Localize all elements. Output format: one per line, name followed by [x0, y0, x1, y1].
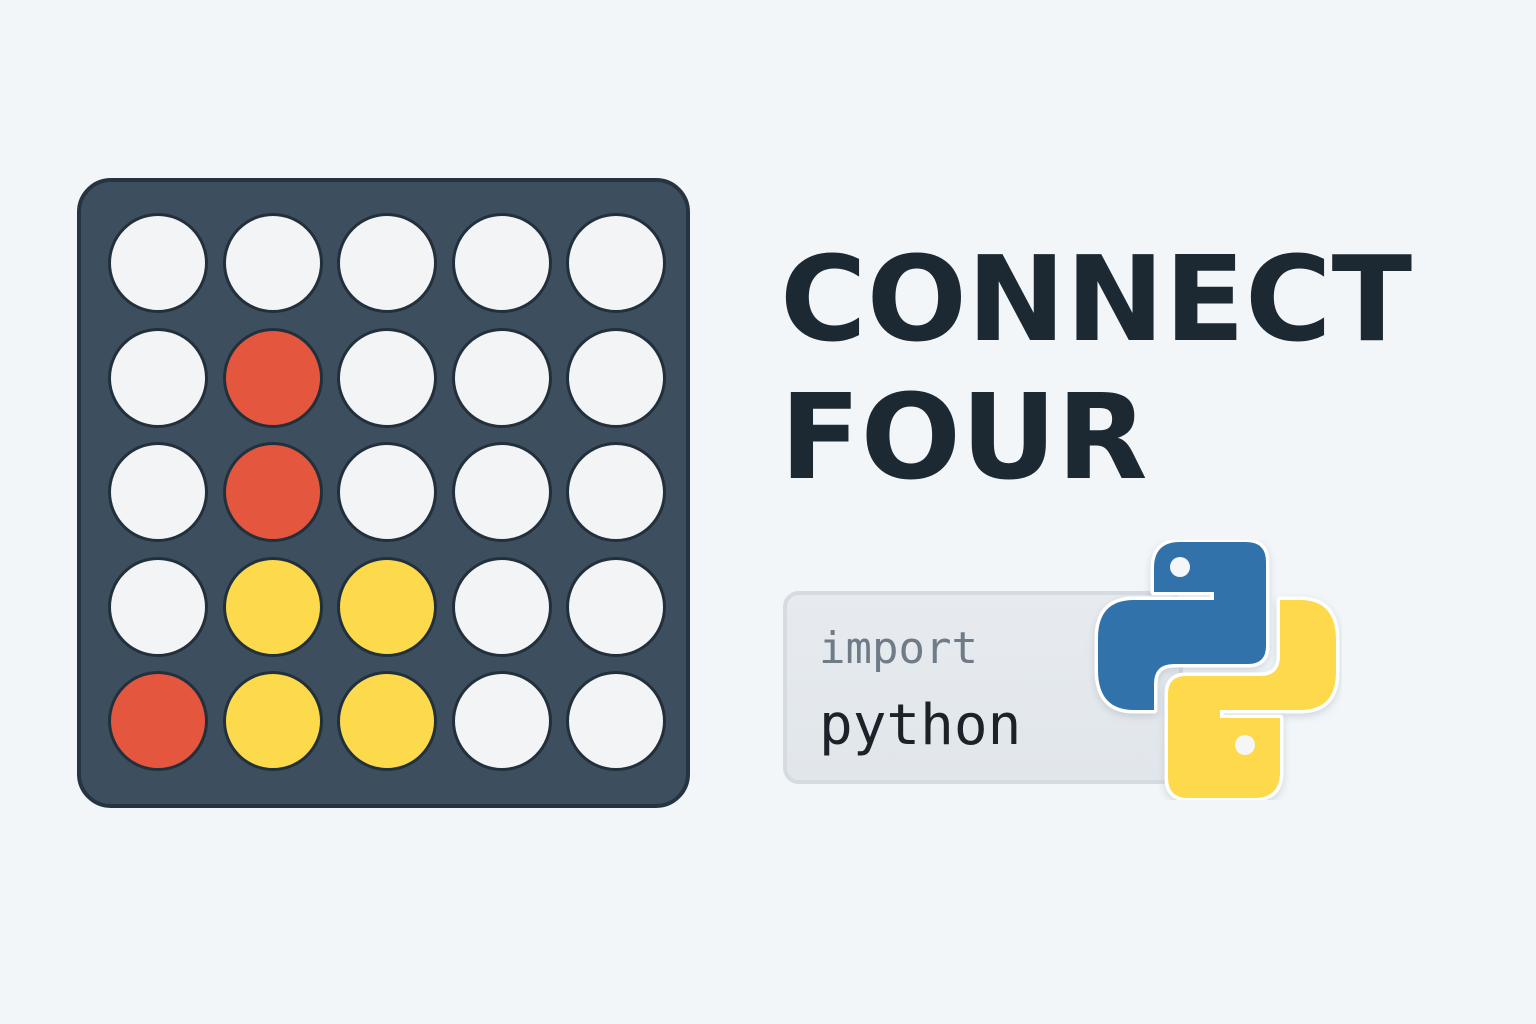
- title-line-connect: CONNECT: [780, 230, 1413, 368]
- board-slot-empty[interactable]: [566, 442, 666, 542]
- python-logo-blue-eye: [1170, 557, 1190, 577]
- python-logo-icon: [1094, 540, 1340, 800]
- board-piece-red[interactable]: [108, 671, 208, 771]
- board-slot-empty[interactable]: [566, 213, 666, 313]
- board-slot-empty[interactable]: [451, 442, 552, 542]
- board-slot-empty[interactable]: [451, 556, 552, 657]
- board-piece-yellow[interactable]: [222, 671, 323, 771]
- board-piece-yellow[interactable]: [222, 556, 323, 657]
- code-keyword: import: [819, 623, 978, 674]
- board-slot-empty[interactable]: [222, 213, 323, 313]
- code-module-name: python: [819, 693, 1022, 758]
- board-slot-empty[interactable]: [337, 327, 437, 428]
- game-board[interactable]: [77, 178, 690, 808]
- board-slot-empty[interactable]: [108, 213, 208, 313]
- board-slot-empty[interactable]: [108, 442, 208, 542]
- board-piece-red[interactable]: [222, 327, 323, 428]
- board-slot-empty[interactable]: [337, 213, 437, 313]
- board-slot-empty[interactable]: [566, 671, 666, 771]
- title-line-four: FOUR: [780, 368, 1148, 506]
- board-slot-empty[interactable]: [337, 442, 437, 542]
- board-slot-empty[interactable]: [108, 327, 208, 428]
- board-slot-empty[interactable]: [566, 556, 666, 657]
- board-slot-empty[interactable]: [451, 671, 552, 771]
- board-slot-empty[interactable]: [566, 327, 666, 428]
- board-slot-empty[interactable]: [451, 327, 552, 428]
- board-piece-yellow[interactable]: [337, 556, 437, 657]
- board-slot-empty[interactable]: [451, 213, 552, 313]
- board-piece-red[interactable]: [222, 442, 323, 542]
- board-slot-empty[interactable]: [108, 556, 208, 657]
- board-piece-yellow[interactable]: [337, 671, 437, 771]
- python-logo-yellow-eye: [1235, 735, 1255, 755]
